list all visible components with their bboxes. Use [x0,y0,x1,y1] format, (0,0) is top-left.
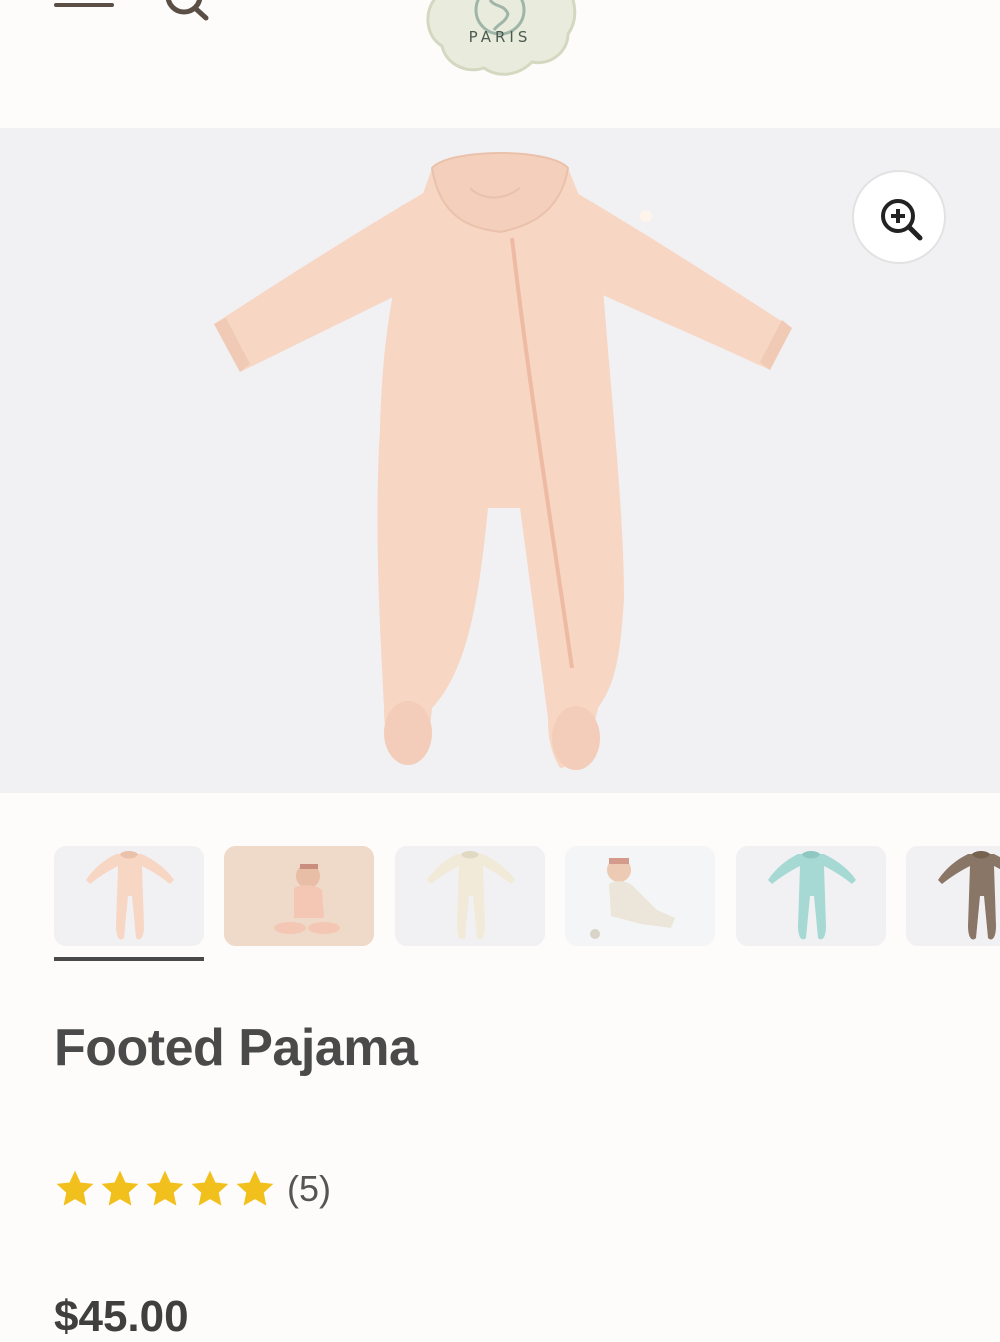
product-price: $45.00 [54,1292,189,1341]
zoom-button[interactable] [852,170,946,264]
product-title: Footed Pajama [54,1019,418,1077]
thumbnail-mint-footed-pajama[interactable] [736,846,886,946]
active-thumbnail-indicator [54,957,204,961]
hamburger-menu-icon [54,3,114,7]
thumbnail-baby-wearing-cream-pajama[interactable] [565,846,715,946]
star-icon [146,1170,184,1206]
product-rating[interactable]: (5) [54,1162,331,1216]
thumbnail-brown-footed-pajama[interactable] [906,846,1000,946]
brand-logo[interactable]: PARIS [418,0,582,78]
thumbnail-baby-wearing-pink-pajama[interactable] [224,846,374,946]
pink-footed-pajama-image [214,152,792,770]
star-icon [56,1170,94,1206]
thumbnail-pink-footed-pajama[interactable] [54,846,204,946]
review-count[interactable]: (5) [287,1168,331,1210]
logo-text: PARIS [468,28,532,46]
star-icon [236,1170,274,1206]
site-header: PARIS [0,0,1000,128]
thumbnail-cream-footed-pajama[interactable] [395,846,545,946]
product-image-main[interactable] [0,128,1000,793]
star-icon [101,1170,139,1206]
search-icon [165,0,209,21]
menu-button[interactable] [54,0,114,22]
thumbnail-strip [0,846,1000,948]
search-button[interactable] [160,0,212,24]
zoom-in-icon [881,199,923,241]
star-icon [191,1170,229,1206]
